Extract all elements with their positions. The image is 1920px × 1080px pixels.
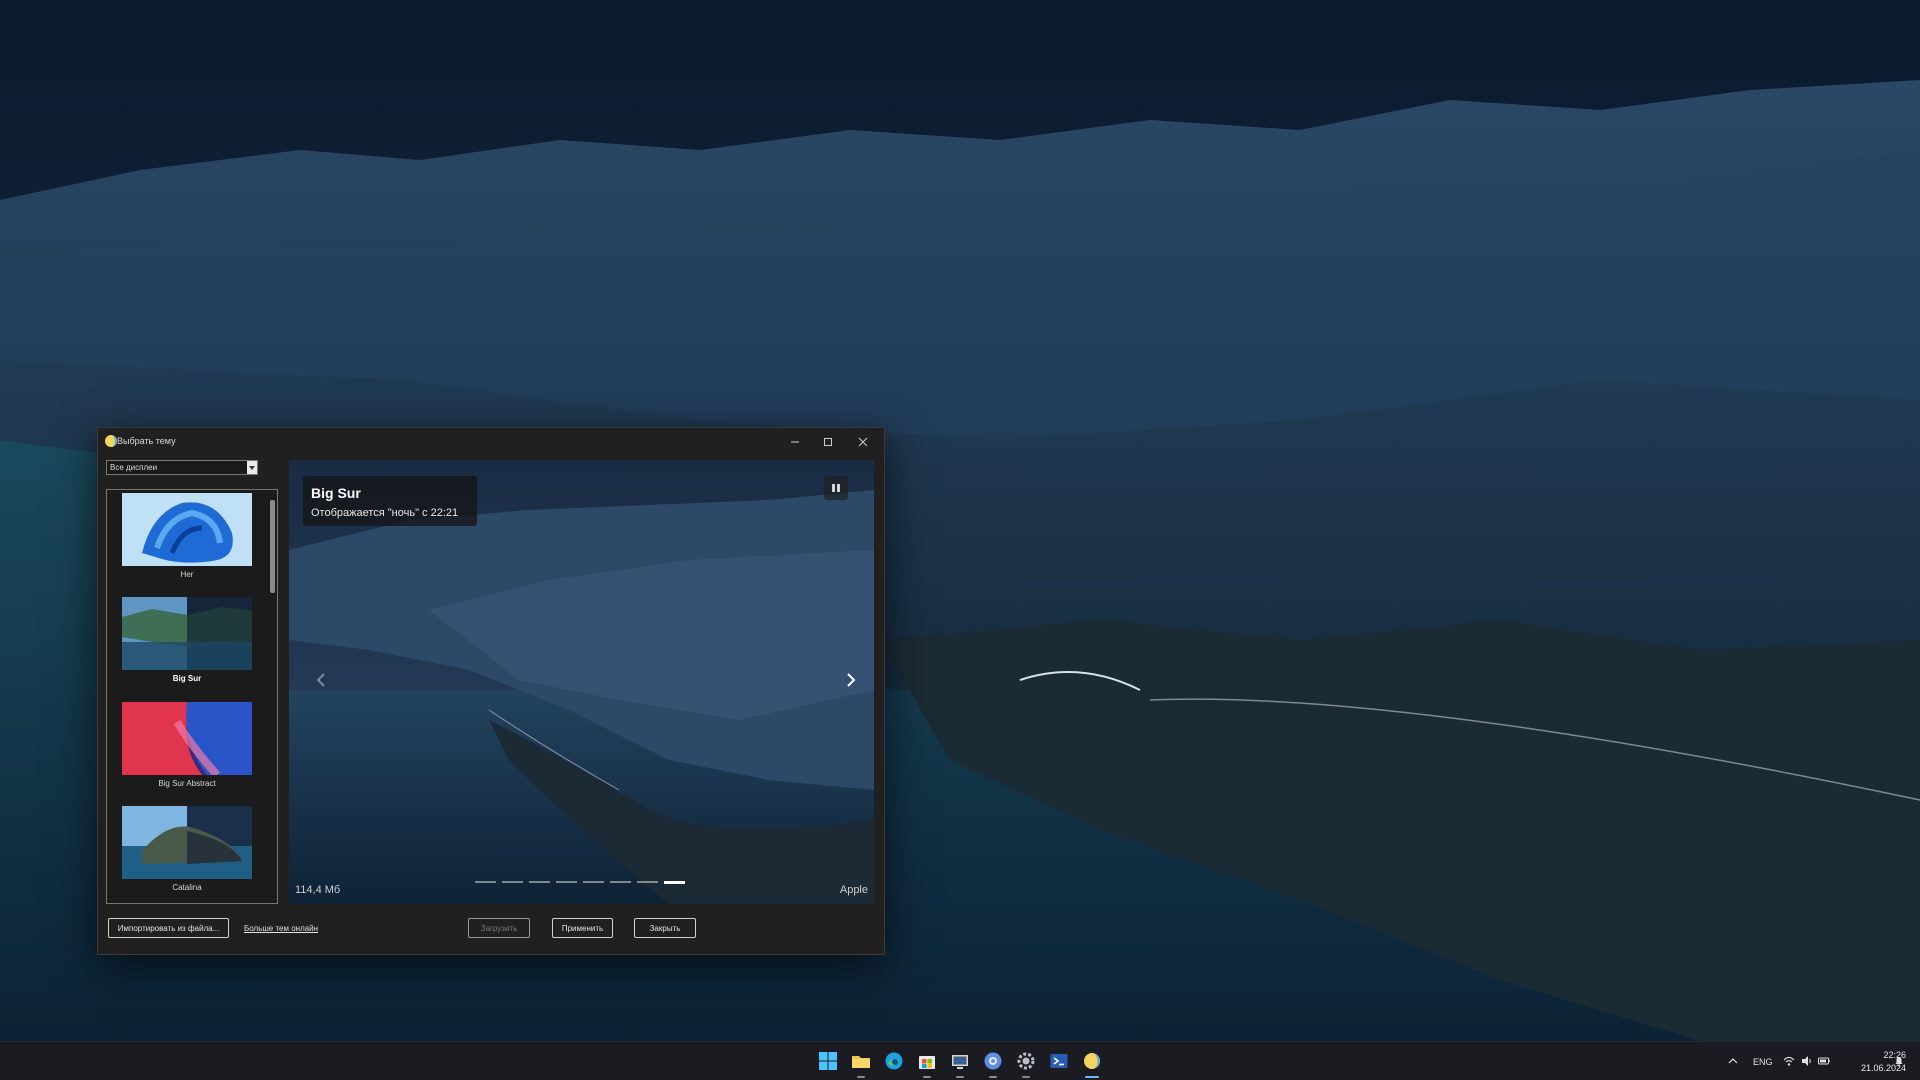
app-icon bbox=[105, 435, 117, 447]
terminal-icon bbox=[1050, 1054, 1068, 1068]
theme-picker-window: Выбрать тему Все дисплеи Her Big Sur Big… bbox=[97, 427, 885, 955]
start-icon bbox=[819, 1052, 837, 1070]
slide-dot[interactable] bbox=[529, 881, 550, 883]
slide-dot[interactable] bbox=[502, 881, 523, 883]
theme-list[interactable]: Her Big Sur Big Sur Abstract Catalina bbox=[106, 489, 278, 904]
close-window-button[interactable] bbox=[846, 428, 880, 456]
browser-icon bbox=[984, 1052, 1002, 1070]
taskbar-mail[interactable] bbox=[949, 1050, 971, 1072]
theme-item-big-sur-abstract[interactable]: Big Sur Abstract bbox=[122, 702, 252, 788]
preview-image bbox=[289, 460, 874, 904]
theme-label: Big Sur bbox=[172, 674, 202, 683]
chevron-up-icon[interactable] bbox=[1727, 1055, 1739, 1067]
pause-button[interactable] bbox=[824, 476, 848, 500]
theme-item-catalina[interactable]: Catalina bbox=[122, 806, 252, 892]
close-button[interactable]: Закрыть bbox=[634, 918, 696, 938]
slide-dot[interactable] bbox=[637, 881, 658, 883]
wintheme-icon bbox=[1084, 1053, 1100, 1069]
slide-dot-active[interactable] bbox=[664, 881, 685, 884]
slide-dot[interactable] bbox=[475, 881, 496, 883]
battery-icon[interactable] bbox=[1818, 1055, 1830, 1067]
minimize-button[interactable] bbox=[778, 428, 812, 456]
taskbar-store[interactable] bbox=[916, 1050, 938, 1072]
volume-icon[interactable] bbox=[1801, 1055, 1813, 1067]
slide-dot[interactable] bbox=[556, 881, 577, 883]
maximize-icon bbox=[824, 438, 832, 446]
taskbar-settings[interactable] bbox=[1015, 1050, 1037, 1072]
theme-label: Big Sur Abstract bbox=[158, 779, 216, 788]
preview-info-box: Big Sur Отображается "ночь" с 22:21 bbox=[303, 476, 477, 526]
start-button[interactable] bbox=[817, 1050, 839, 1072]
theme-thumbnail bbox=[122, 493, 252, 566]
more-themes-online-link[interactable]: Больше тем онлайн bbox=[244, 924, 318, 933]
pause-icon bbox=[832, 484, 840, 492]
maximize-button[interactable] bbox=[811, 428, 845, 456]
preview-subtitle: Отображается "ночь" с 22:21 bbox=[311, 507, 459, 519]
file-explorer-icon bbox=[852, 1056, 870, 1068]
wifi-icon[interactable] bbox=[1783, 1055, 1795, 1067]
notification-bell-icon[interactable] bbox=[1893, 1055, 1905, 1067]
theme-author: Apple bbox=[839, 884, 868, 896]
chevron-right-icon bbox=[847, 673, 856, 687]
settings-icon bbox=[1017, 1052, 1035, 1070]
mail-icon bbox=[952, 1055, 968, 1069]
window-title: Выбрать тему bbox=[117, 436, 176, 446]
taskbar-terminal[interactable] bbox=[1048, 1050, 1070, 1072]
next-image-button[interactable] bbox=[843, 670, 859, 690]
theme-size: 114,4 Мб bbox=[295, 884, 341, 896]
store-icon bbox=[919, 1056, 935, 1069]
language-indicator[interactable]: ENG bbox=[1753, 1057, 1773, 1067]
theme-label: Her bbox=[180, 570, 194, 579]
dropdown-arrow[interactable] bbox=[247, 461, 257, 474]
import-from-file-button[interactable]: Импортировать из файла... bbox=[108, 918, 229, 938]
theme-item-her[interactable]: Her bbox=[122, 493, 252, 579]
preview-title: Big Sur bbox=[311, 485, 361, 501]
edge-icon bbox=[885, 1052, 903, 1070]
display-select-value: Все дисплеи bbox=[110, 463, 158, 472]
running-indicator bbox=[1022, 1076, 1030, 1078]
running-indicator bbox=[956, 1076, 964, 1078]
theme-label: Catalina bbox=[172, 883, 202, 892]
running-indicator bbox=[923, 1076, 931, 1078]
slide-dot[interactable] bbox=[610, 881, 631, 883]
theme-thumbnail bbox=[122, 702, 252, 775]
taskbar-wintheme[interactable] bbox=[1081, 1050, 1103, 1072]
download-button[interactable]: Загрузить bbox=[468, 918, 530, 938]
scrollbar-thumb[interactable] bbox=[270, 500, 275, 593]
running-indicator bbox=[989, 1076, 997, 1078]
display-select[interactable]: Все дисплеи bbox=[106, 460, 258, 475]
apply-button[interactable]: Применить bbox=[552, 918, 613, 938]
active-indicator bbox=[1085, 1076, 1099, 1078]
taskbar-browser[interactable] bbox=[982, 1050, 1004, 1072]
taskbar: ENG 22:26 21.06.2024 bbox=[0, 1041, 1920, 1080]
taskbar-edge[interactable] bbox=[883, 1050, 905, 1072]
chevron-down-icon bbox=[249, 465, 255, 470]
close-icon bbox=[858, 437, 868, 447]
taskbar-file-explorer[interactable] bbox=[850, 1050, 872, 1072]
previous-image-button[interactable] bbox=[313, 670, 329, 690]
slide-dot[interactable] bbox=[583, 881, 604, 883]
theme-thumbnail bbox=[122, 806, 252, 879]
chevron-left-icon bbox=[316, 673, 325, 687]
running-indicator bbox=[857, 1076, 865, 1078]
title-bar[interactable]: Выбрать тему bbox=[98, 428, 884, 456]
minimize-icon bbox=[791, 441, 799, 443]
theme-thumbnail bbox=[122, 597, 252, 670]
theme-item-big-sur[interactable]: Big Sur bbox=[122, 597, 252, 683]
theme-list-scrollbar[interactable] bbox=[268, 490, 277, 903]
theme-preview: Big Sur Отображается "ночь" с 22:21 114,… bbox=[289, 460, 874, 904]
slide-indicator bbox=[475, 881, 685, 884]
